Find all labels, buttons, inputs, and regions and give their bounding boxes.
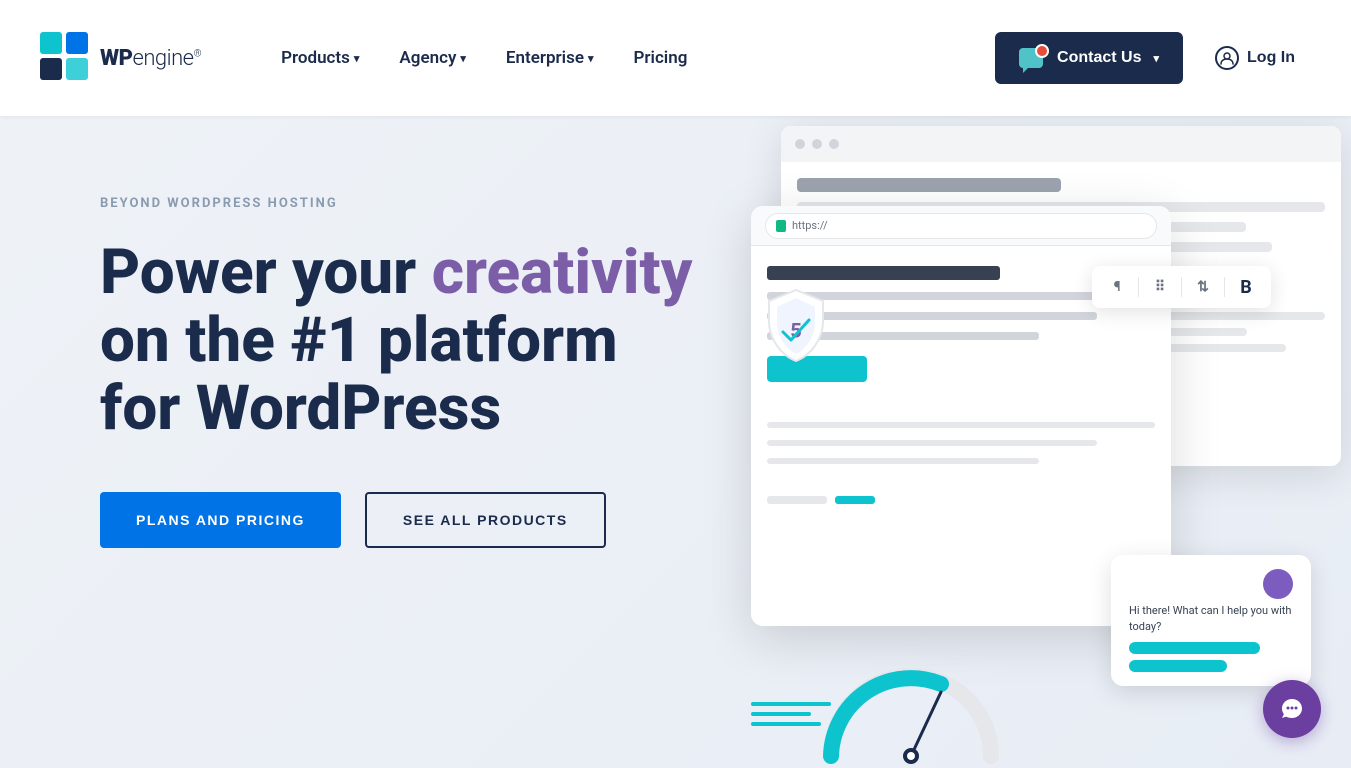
logo-text: WPengine® <box>100 46 201 71</box>
chat-widget-icon <box>1279 696 1305 722</box>
divider <box>1224 277 1225 297</box>
nav-agency[interactable]: Agency ▾ <box>379 38 486 78</box>
chat-text: Hi there! What can I help you with today… <box>1129 603 1293 634</box>
window-dot <box>795 139 805 149</box>
bold-icon: B <box>1235 276 1257 298</box>
hero-eyebrow: BEYOND WORDPRESS HOSTING <box>100 196 692 211</box>
shield-icon: 5 <box>761 286 831 366</box>
chat-avatar <box>1263 569 1293 599</box>
hero-illustration: https:// ¶ <box>651 116 1351 768</box>
plans-pricing-button[interactable]: PLANS AND PRICING <box>100 492 341 548</box>
browser-bar-back <box>781 126 1341 162</box>
editor-toolbar: ¶ ⠿ ⇅ B <box>1092 266 1271 308</box>
hero-title: Power your creativity on the #1 platform… <box>100 239 692 444</box>
hero-section: BEYOND WORDPRESS HOSTING Power your crea… <box>0 116 1351 768</box>
chat-widget[interactable] <box>1263 680 1321 738</box>
speedometer <box>811 656 1011 766</box>
paragraph-icon: ¶ <box>1106 276 1128 298</box>
divider <box>1138 277 1139 297</box>
heading-bar <box>767 266 1000 280</box>
chevron-down-icon: ▾ <box>588 52 594 65</box>
logo-icon <box>40 32 92 84</box>
see-all-products-button[interactable]: SEE ALL PRODUCTS <box>365 492 606 548</box>
shield-wrap: 5 <box>761 286 831 366</box>
grid-icon: ⠿ <box>1149 276 1171 298</box>
chevron-down-icon: ▾ <box>1153 52 1159 65</box>
chevron-down-icon: ▾ <box>460 52 466 65</box>
chevron-down-icon: ▾ <box>354 52 360 65</box>
nav-links: Products ▾ Agency ▾ Enterprise ▾ Pricing <box>261 38 995 78</box>
mini-bar <box>767 496 827 504</box>
chat-popup: Hi there! What can I help you with today… <box>1111 555 1311 686</box>
lock-icon <box>776 220 786 232</box>
divider <box>1181 277 1182 297</box>
hero-content: BEYOND WORDPRESS HOSTING Power your crea… <box>100 176 692 548</box>
nav-right: Contact Us ▾ Log In <box>995 32 1311 84</box>
hero-buttons: PLANS AND PRICING SEE ALL PRODUCTS <box>100 492 692 548</box>
contact-icon-wrap <box>1019 46 1047 70</box>
chat-reply-bar-2 <box>1129 660 1227 672</box>
speedometer-svg <box>811 656 1011 766</box>
login-button[interactable]: Log In <box>1199 36 1311 80</box>
contact-us-button[interactable]: Contact Us ▾ <box>995 32 1183 84</box>
nav-products[interactable]: Products ▾ <box>261 38 379 78</box>
mini-bar-accent <box>835 496 875 504</box>
notification-dot <box>1035 44 1049 58</box>
browser-bar-front: https:// <box>751 206 1171 246</box>
content-line <box>797 178 1061 192</box>
text-bar <box>767 458 1039 464</box>
navbar: WPengine® Products ▾ Agency ▾ Enterprise… <box>0 0 1351 116</box>
arrows-icon: ⇅ <box>1192 276 1214 298</box>
user-icon <box>1215 46 1239 70</box>
nav-enterprise[interactable]: Enterprise ▾ <box>486 38 614 78</box>
window-dot <box>812 139 822 149</box>
text-bar <box>767 422 1155 428</box>
speed-line <box>751 712 811 716</box>
nav-pricing[interactable]: Pricing <box>614 38 708 78</box>
logo[interactable]: WPengine® <box>40 32 201 84</box>
window-dot <box>829 139 839 149</box>
text-bar <box>767 440 1097 446</box>
chat-reply-bar <box>1129 642 1260 654</box>
url-bar: https:// <box>765 213 1157 239</box>
mini-bars <box>767 496 1155 504</box>
